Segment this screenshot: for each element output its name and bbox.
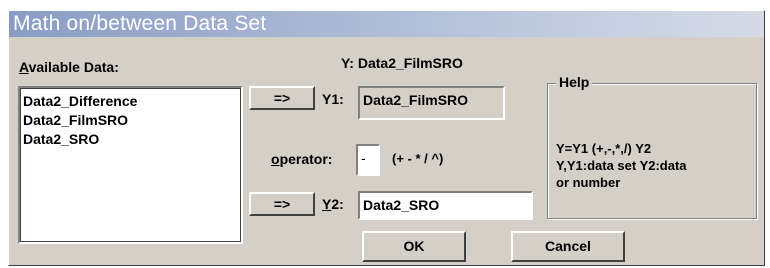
window-title: Math on/between Data Set <box>13 12 267 35</box>
available-data-label: Available Data: <box>19 59 119 75</box>
assign-y2-button[interactable]: => <box>249 192 315 216</box>
operator-hint: (+ - * / ^) <box>392 151 444 166</box>
help-text: Y=Y1 (+,-,*,/) Y2 Y,Y1:data set Y2:data … <box>556 141 687 190</box>
y2-label: Y2: <box>322 196 344 212</box>
operator-input[interactable]: - <box>356 144 380 176</box>
assign-y1-button[interactable]: => <box>249 86 315 110</box>
list-item[interactable]: Data2_SRO <box>23 130 238 149</box>
title-bar[interactable]: Math on/between Data Set <box>9 11 764 37</box>
ok-button[interactable]: OK <box>362 231 466 262</box>
help-title: Help <box>556 74 593 90</box>
available-data-list[interactable]: Data2_Difference Data2_FilmSRO Data2_SRO <box>18 86 243 244</box>
y-result-label: Y: Data2_FilmSRO <box>341 55 463 71</box>
list-item[interactable]: Data2_FilmSRO <box>23 111 238 130</box>
y1-label: Y1: <box>322 91 344 107</box>
y1-field: Data2_FilmSRO <box>358 86 505 120</box>
list-item[interactable]: Data2_Difference <box>23 92 238 111</box>
help-groupbox: Help Y=Y1 (+,-,*,/) Y2 Y,Y1:data set Y2:… <box>547 74 757 219</box>
y2-input[interactable]: Data2_SRO <box>358 191 533 220</box>
operator-label: operator: <box>271 151 333 167</box>
math-dialog: Math on/between Data Set Available Data:… <box>8 10 765 266</box>
cancel-button[interactable]: Cancel <box>511 231 625 262</box>
